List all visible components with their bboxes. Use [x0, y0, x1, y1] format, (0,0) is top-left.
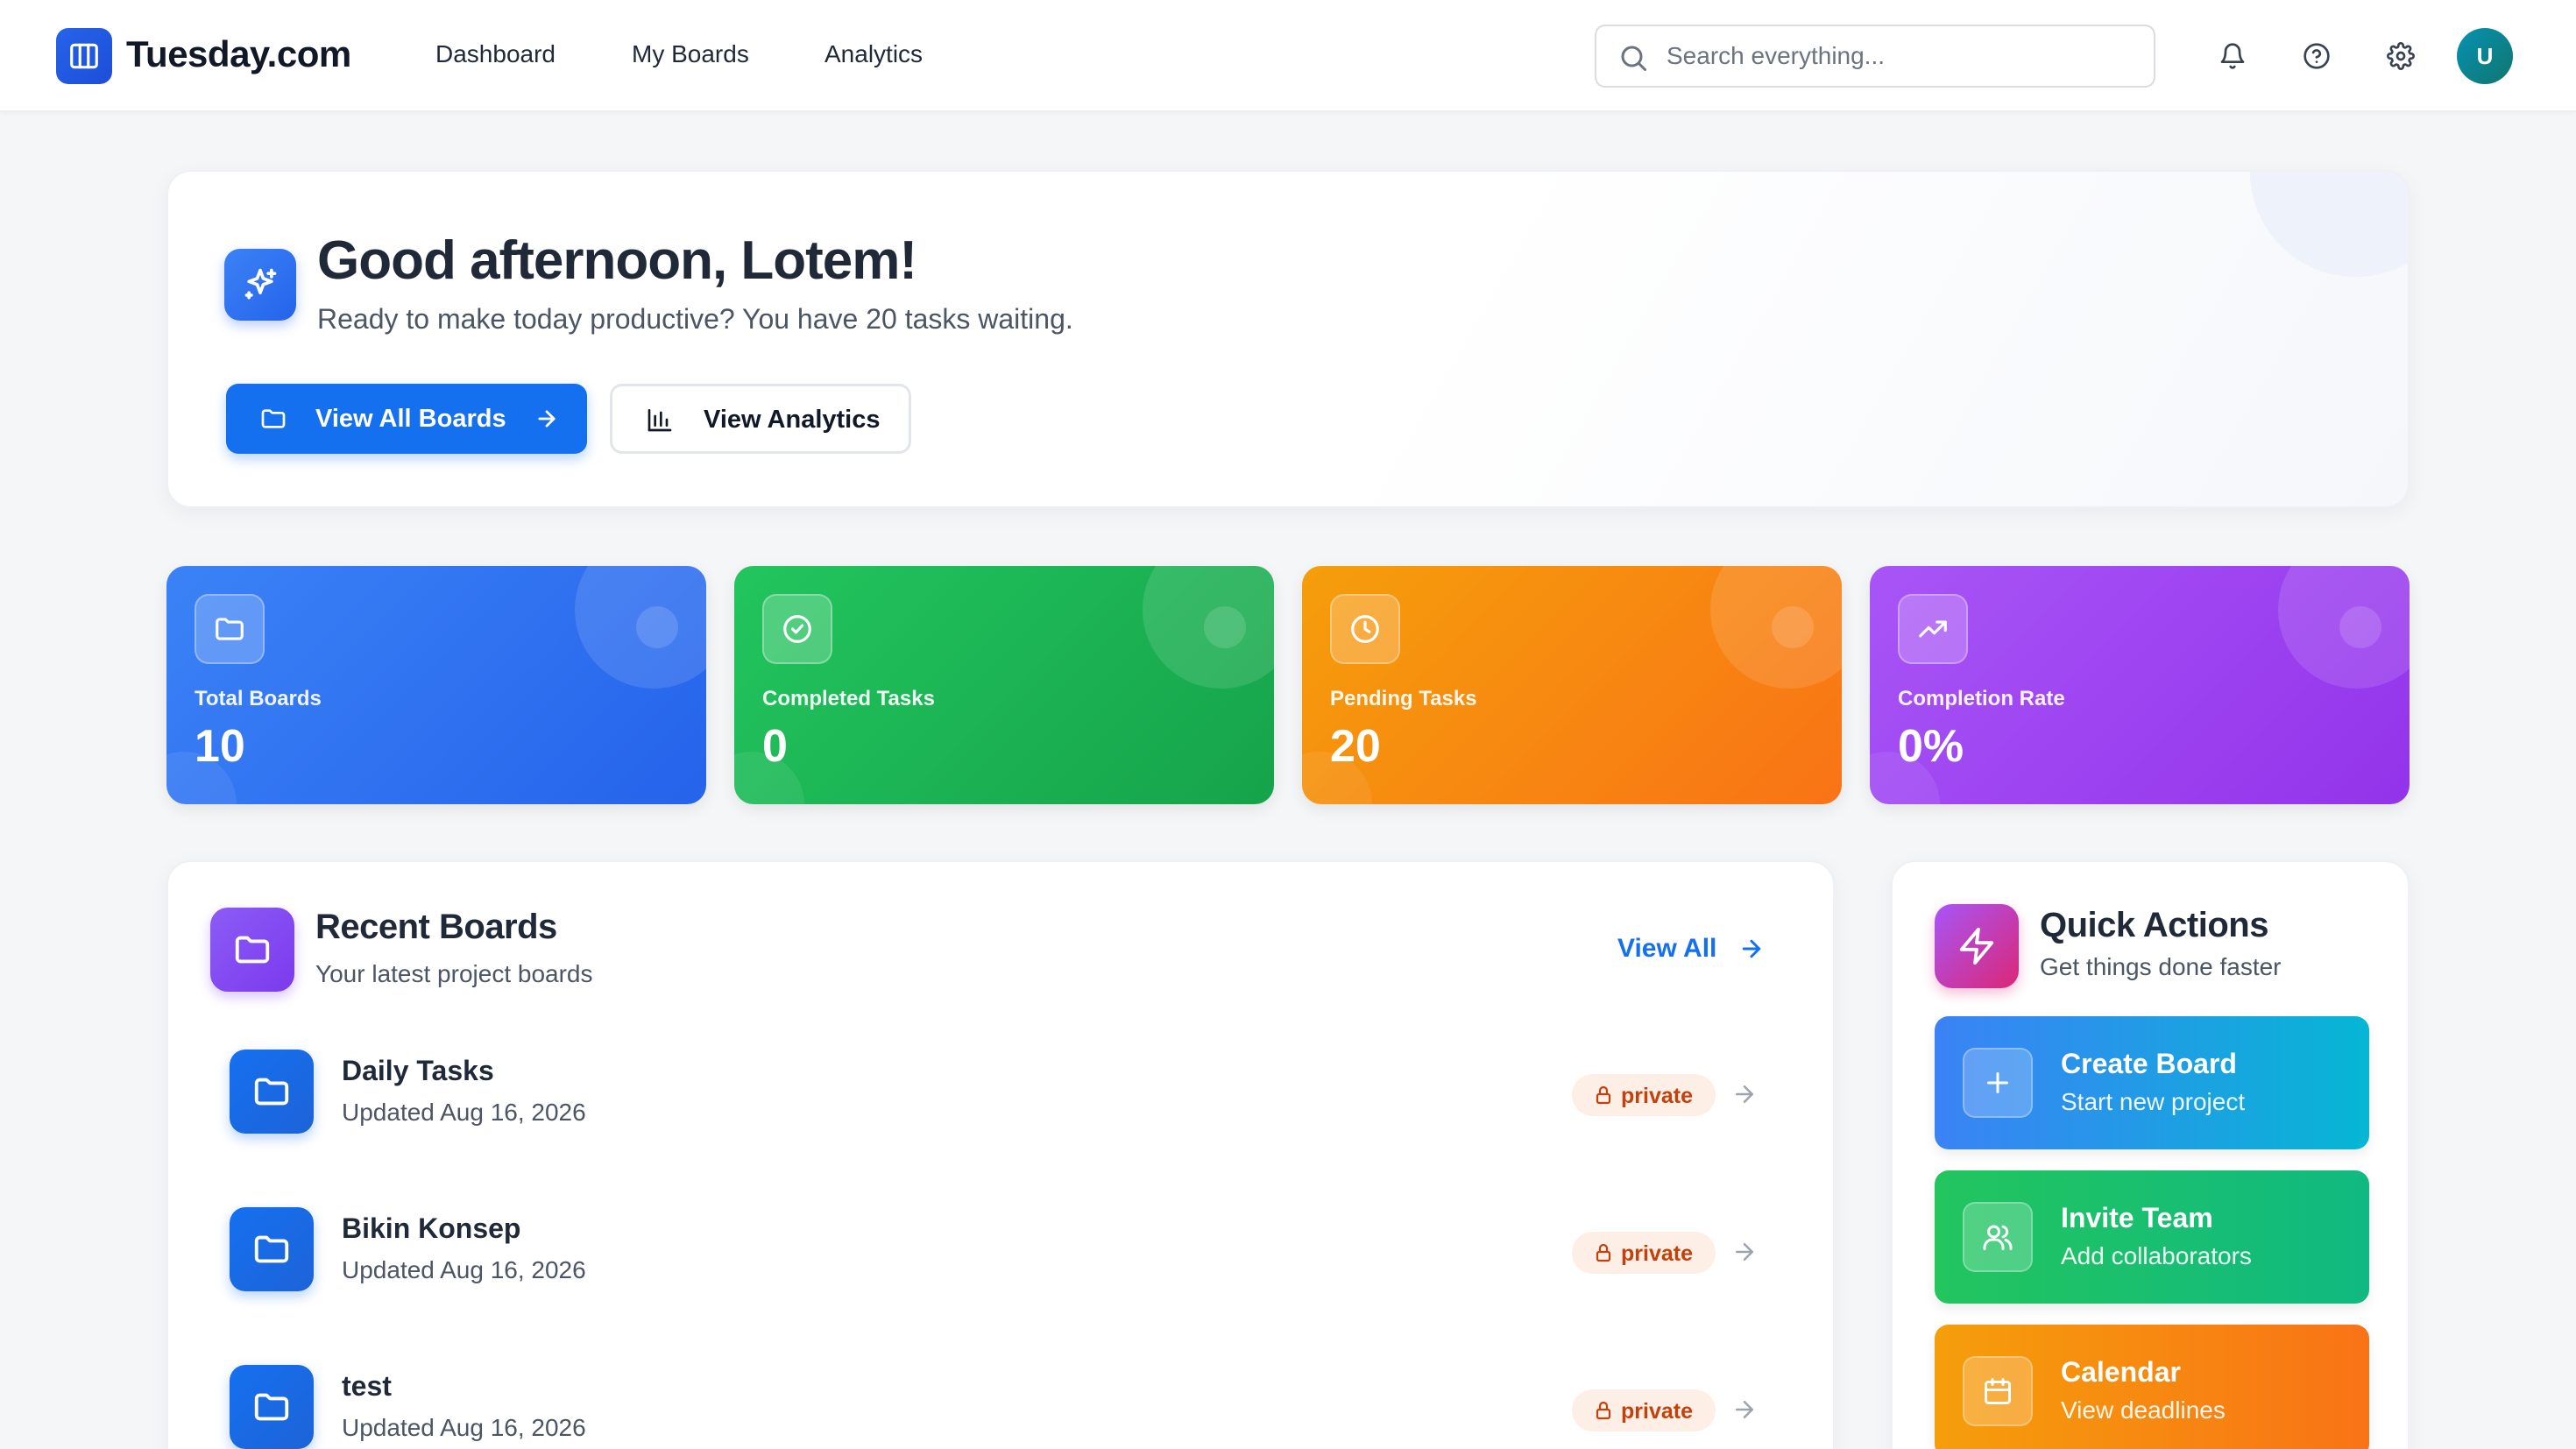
lock-icon [1593, 1242, 1614, 1263]
stat-card-completed-tasks[interactable]: Completed Tasks 0 [734, 566, 1274, 804]
action-title: Invite Team [2061, 1202, 2213, 1233]
stat-card-completion-rate[interactable]: Completion Rate 0% [1870, 566, 2410, 804]
search-icon [1617, 42, 1649, 74]
nav-dashboard[interactable]: Dashboard [435, 40, 556, 68]
recent-boards-panel: Recent Boards Your latest project boards… [166, 860, 1835, 1449]
calendar-icon [1963, 1356, 2033, 1426]
logo-icon[interactable] [56, 28, 112, 84]
sparkles-icon [224, 249, 296, 321]
folder-icon [210, 908, 294, 992]
plus-icon [1963, 1048, 2033, 1118]
greeting-subtitle: Ready to make today productive? You have… [317, 303, 1073, 335]
action-title: Calendar [2061, 1356, 2181, 1388]
welcome-banner: Good afternoon, Lotem! Ready to make tod… [166, 170, 2410, 508]
stat-value: 20 [1330, 721, 1381, 772]
view-all-boards-label: View All Boards [315, 405, 506, 433]
quick-actions-title: Quick Actions [2040, 906, 2268, 944]
gear-icon[interactable] [2383, 39, 2418, 74]
board-name: Daily Tasks [342, 1055, 494, 1086]
folder-icon [195, 594, 265, 664]
view-analytics-button[interactable]: View Analytics [610, 384, 911, 454]
board-updated: Updated Aug 16, 2026 [342, 1099, 586, 1126]
brand-name[interactable]: Tuesday.com [126, 33, 351, 75]
board-name: test [342, 1370, 392, 1402]
users-icon [1963, 1202, 2033, 1272]
arrow-right-icon[interactable] [1738, 936, 1765, 962]
arrow-right-icon[interactable] [1731, 1081, 1758, 1107]
stat-value: 10 [195, 721, 245, 772]
visibility-badge: private [1572, 1232, 1716, 1274]
action-subtitle: Start new project [2061, 1088, 2246, 1115]
quick-actions-subtitle: Get things done faster [2040, 953, 2282, 980]
visibility-label: private [1621, 1084, 1693, 1108]
decorative-circle [2250, 172, 2408, 277]
calendar-button[interactable]: Calendar View deadlines [1935, 1325, 2369, 1449]
action-subtitle: Add collaborators [2061, 1242, 2252, 1269]
folder-icon [230, 1365, 314, 1449]
folder-icon [259, 405, 287, 433]
nav-my-boards[interactable]: My Boards [632, 40, 749, 68]
stat-label: Completion Rate [1898, 687, 2065, 710]
arrow-right-icon[interactable] [1731, 1239, 1758, 1265]
board-row[interactable]: Daily Tasks Updated Aug 16, 2026 private [203, 1030, 1801, 1153]
stat-value: 0% [1898, 721, 1964, 772]
quick-actions-panel: Quick Actions Get things done faster Cre… [1891, 860, 2410, 1449]
board-updated: Updated Aug 16, 2026 [342, 1414, 586, 1441]
action-title: Create Board [2061, 1048, 2237, 1079]
visibility-badge: private [1572, 1389, 1716, 1431]
action-subtitle: View deadlines [2061, 1396, 2226, 1424]
board-name: Bikin Konsep [342, 1212, 521, 1244]
invite-team-button[interactable]: Invite Team Add collaborators [1935, 1170, 2369, 1304]
stat-card-pending-tasks[interactable]: Pending Tasks 20 [1302, 566, 1842, 804]
stat-label: Pending Tasks [1330, 687, 1477, 710]
visibility-badge: private [1572, 1074, 1716, 1116]
greeting-title: Good afternoon, Lotem! [317, 230, 917, 291]
search-input[interactable] [1667, 39, 2140, 74]
folder-icon [230, 1207, 314, 1291]
clock-icon [1330, 594, 1400, 664]
arrow-right-icon[interactable] [1731, 1396, 1758, 1423]
board-row[interactable]: Bikin Konsep Updated Aug 16, 2026 privat… [203, 1188, 1801, 1311]
help-icon[interactable] [2299, 39, 2334, 74]
folder-icon [230, 1050, 314, 1134]
search-box [1595, 25, 2155, 88]
arrow-right-icon [534, 406, 559, 431]
stat-label: Completed Tasks [762, 687, 935, 710]
trending-up-icon [1898, 594, 1968, 664]
check-circle-icon [762, 594, 832, 664]
recent-boards-title: Recent Boards [315, 908, 557, 946]
bar-chart-icon [646, 406, 674, 434]
visibility-label: private [1621, 1399, 1693, 1424]
view-all-link[interactable]: View All [1617, 934, 1716, 964]
view-analytics-label: View Analytics [704, 406, 881, 434]
lock-icon [1593, 1400, 1614, 1421]
view-all-boards-button[interactable]: View All Boards [226, 384, 587, 454]
recent-boards-subtitle: Your latest project boards [315, 960, 593, 987]
lock-icon [1593, 1085, 1614, 1106]
visibility-label: private [1621, 1241, 1693, 1266]
board-updated: Updated Aug 16, 2026 [342, 1256, 586, 1283]
nav-analytics[interactable]: Analytics [824, 40, 923, 68]
top-navbar: Tuesday.com Dashboard My Boards Analytic… [0, 0, 2576, 112]
board-row[interactable]: test Updated Aug 16, 2026 private [203, 1346, 1801, 1449]
avatar[interactable]: U [2457, 28, 2513, 84]
create-board-button[interactable]: Create Board Start new project [1935, 1016, 2369, 1149]
lightning-icon [1935, 904, 2019, 988]
stat-card-total-boards[interactable]: Total Boards 10 [166, 566, 706, 804]
stat-value: 0 [762, 721, 788, 772]
bell-icon[interactable] [2215, 39, 2250, 74]
stat-label: Total Boards [195, 687, 322, 710]
